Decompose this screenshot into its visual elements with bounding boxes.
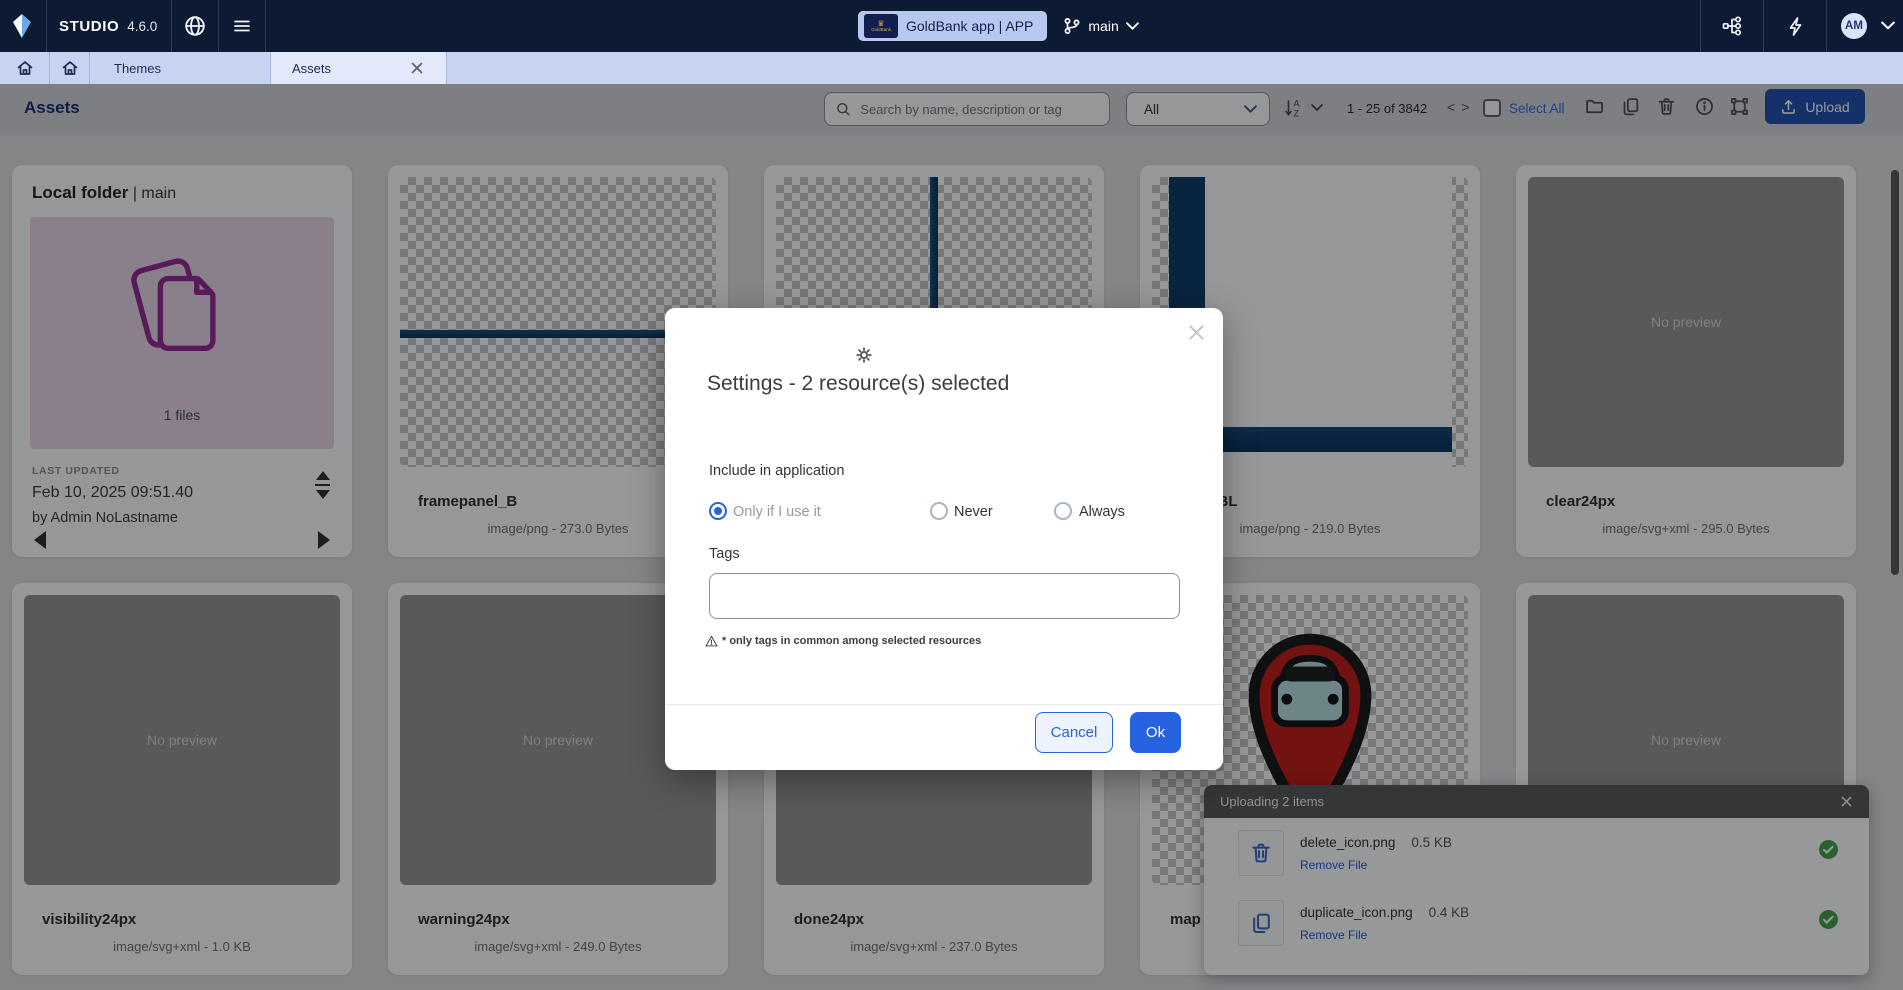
studio-logo-icon xyxy=(12,13,32,39)
tab-home-2[interactable] xyxy=(50,52,90,84)
user-avatar[interactable]: AM xyxy=(1841,13,1867,39)
gear-icon xyxy=(855,346,873,369)
current-app-label: GoldBank app | APP xyxy=(906,18,1033,34)
tags-note: * only tags in common among selected res… xyxy=(705,635,981,647)
include-in-application-label: Include in application xyxy=(709,463,844,479)
divider xyxy=(1763,0,1764,52)
radio-label: Always xyxy=(1079,504,1125,520)
current-app-pill[interactable]: ♛ GoldBank GoldBank app | APP xyxy=(858,11,1047,41)
divider xyxy=(665,704,1223,705)
lightning-icon xyxy=(1785,16,1805,36)
flow-diagram-icon xyxy=(1721,15,1743,37)
chevron-down-icon xyxy=(1126,22,1139,31)
divider xyxy=(46,0,47,52)
close-icon xyxy=(410,61,424,75)
hamburger-icon xyxy=(232,16,252,36)
settings-dialog: Settings - 2 resource(s) selected Includ… xyxy=(665,308,1223,770)
product-name: STUDIO xyxy=(59,18,119,35)
workflow-button[interactable] xyxy=(1715,0,1749,52)
radio-never[interactable] xyxy=(930,502,948,520)
globe-icon xyxy=(184,15,206,37)
branch-selector[interactable]: main xyxy=(1063,17,1138,35)
ok-button[interactable]: Ok xyxy=(1130,712,1181,753)
radio-always[interactable] xyxy=(1054,502,1072,520)
app-window: STUDIO 4.6.0 ♛ GoldBank GoldBank app | A… xyxy=(0,0,1903,990)
goldbank-logo: ♛ GoldBank xyxy=(864,14,898,38)
quick-actions-button[interactable] xyxy=(1778,0,1812,52)
branch-name: main xyxy=(1088,18,1118,34)
include-radio-group: Only if I use it Never Always xyxy=(665,502,1223,528)
close-icon xyxy=(1188,324,1205,341)
git-branch-icon xyxy=(1063,17,1081,35)
tags-label: Tags xyxy=(709,546,740,562)
top-bar: STUDIO 4.6.0 ♛ GoldBank GoldBank app | A… xyxy=(0,0,1903,52)
tab-bar: Themes Assets xyxy=(0,52,1903,84)
home-icon xyxy=(60,58,80,78)
warning-icon xyxy=(705,635,718,647)
product-version: 4.6.0 xyxy=(127,19,157,34)
radio-label[interactable]: Never xyxy=(954,504,993,520)
close-dialog-button[interactable] xyxy=(1188,324,1205,341)
divider xyxy=(1700,0,1701,52)
dialog-title: Settings - 2 resource(s) selected xyxy=(707,372,1009,396)
language-globe-button[interactable] xyxy=(172,0,218,52)
radio-only-if-used[interactable] xyxy=(709,502,727,520)
main-menu-button[interactable] xyxy=(219,0,265,52)
tab-assets[interactable]: Assets xyxy=(271,52,447,84)
divider xyxy=(1826,0,1827,52)
chevron-down-icon[interactable] xyxy=(1881,21,1895,31)
divider xyxy=(265,0,266,52)
close-tab-button[interactable] xyxy=(410,61,424,75)
tab-home-1[interactable] xyxy=(0,52,50,84)
home-icon xyxy=(15,58,35,78)
tab-label: Themes xyxy=(114,61,161,76)
radio-label[interactable]: Only if I use it xyxy=(733,504,821,520)
tab-themes[interactable]: Themes xyxy=(90,52,271,84)
tab-label: Assets xyxy=(292,61,331,76)
cancel-button[interactable]: Cancel xyxy=(1035,712,1113,753)
tags-input[interactable] xyxy=(709,573,1180,619)
